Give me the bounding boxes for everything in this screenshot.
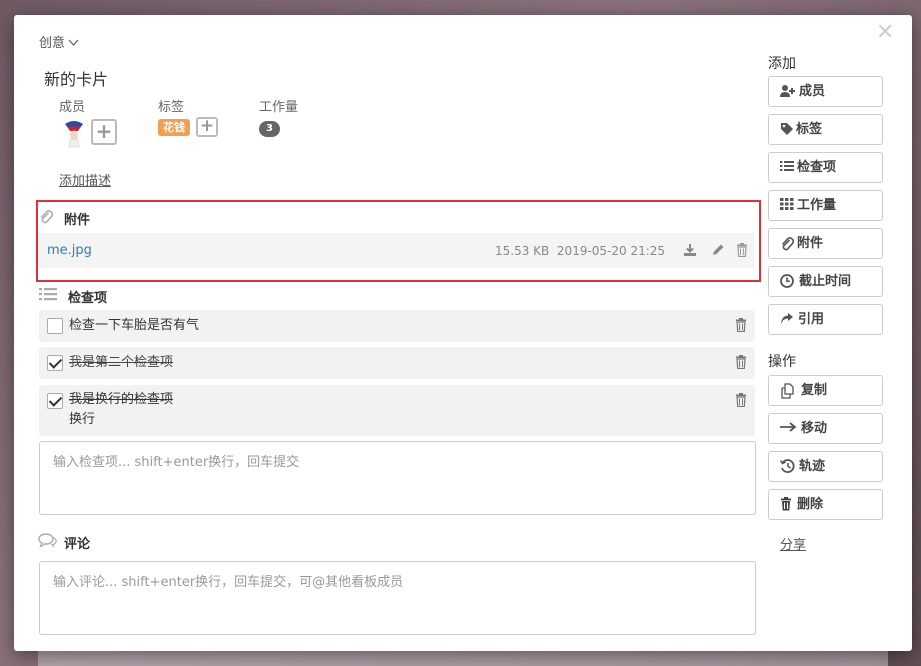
- arrow-right-icon: [780, 421, 797, 437]
- checklist-checkbox[interactable]: [47, 318, 63, 334]
- history-icon: [779, 459, 796, 475]
- comment-input[interactable]: 输入评论... shift+enter换行，回车提交，可@其他看板成员: [39, 561, 756, 635]
- comment-input-placeholder: 输入评论... shift+enter换行，回车提交，可@其他看板成员: [53, 575, 404, 590]
- add-member-button[interactable]: 成员: [768, 76, 883, 107]
- trash-icon[interactable]: [735, 355, 747, 373]
- share-link[interactable]: 分享: [780, 534, 806, 553]
- add-tag-button[interactable]: +: [196, 117, 218, 137]
- grid-icon: [780, 198, 796, 214]
- checklist-item: 我是换行的检查项 换行: [39, 385, 755, 436]
- trash-icon[interactable]: [736, 243, 748, 261]
- clock-icon: [780, 274, 796, 290]
- attachment-size: 15.53 KB: [495, 244, 550, 258]
- checklist-item-text[interactable]: 我是换行的检查项 换行: [69, 390, 173, 430]
- checklist-item-text[interactable]: 检查一下车胎是否有气: [69, 316, 199, 336]
- download-icon[interactable]: [683, 243, 697, 261]
- workload-label: 工作量: [259, 100, 299, 115]
- comment-icon: [38, 533, 58, 552]
- tags-label: 标签: [158, 100, 185, 115]
- card-detail-modal: ✕ 创意 新的卡片 成员 标签 工作量 + 花钱 + 3 添加描述 附件 me.…: [14, 15, 912, 651]
- checklist-item: 我是第二个检查项: [39, 347, 755, 379]
- add-reference-button[interactable]: 引用: [768, 304, 883, 335]
- add-description-link[interactable]: 添加描述: [59, 170, 111, 189]
- add-user-icon: [780, 84, 796, 100]
- comments-heading: 评论: [64, 537, 91, 552]
- delete-label: 删除: [797, 497, 824, 512]
- history-button[interactable]: 轨迹: [768, 451, 883, 482]
- attachment-date: 2019-05-20 21:25: [556, 244, 666, 258]
- copy-button[interactable]: 复制: [768, 375, 883, 406]
- checklist-line1: 我是换行的检查项: [69, 392, 174, 407]
- edit-icon[interactable]: [711, 243, 725, 261]
- paperclip-icon: [39, 209, 54, 229]
- trash-icon: [780, 497, 796, 513]
- breadcrumb-label: 创意: [39, 36, 66, 51]
- list-icon: [39, 287, 57, 305]
- attachments-heading: 附件: [64, 213, 91, 228]
- add-member-button[interactable]: +: [91, 119, 117, 145]
- add-attachment-button[interactable]: 附件: [768, 228, 883, 259]
- operations-section-label: 操作: [768, 354, 796, 370]
- add-attachment-label: 附件: [797, 236, 824, 251]
- attachment-row: me.jpg 15.53 KB 2019-05-20 21:25: [38, 233, 754, 268]
- checklist-item-text[interactable]: 我是第二个检查项: [69, 353, 173, 373]
- add-checklist-label: 检查项: [797, 160, 837, 175]
- trash-icon[interactable]: [735, 318, 747, 336]
- members-label: 成员: [59, 100, 86, 115]
- add-member-label: 成员: [799, 84, 826, 99]
- list-breadcrumb[interactable]: 创意: [39, 32, 79, 51]
- trash-icon[interactable]: [735, 393, 747, 411]
- move-button[interactable]: 移动: [768, 413, 883, 444]
- copy-label: 复制: [801, 383, 828, 398]
- chevron-down-icon: [68, 39, 79, 50]
- add-reference-label: 引用: [798, 312, 825, 327]
- checklist-item: 检查一下车胎是否有气: [39, 310, 755, 342]
- checklist-input[interactable]: 输入检查项... shift+enter换行，回车提交: [39, 441, 756, 515]
- workload-badge: 3: [259, 121, 280, 137]
- move-label: 移动: [801, 421, 828, 436]
- attachment-meta: 15.53 KB 2019-05-20 21:25: [495, 244, 665, 258]
- add-section-label: 添加: [768, 56, 796, 72]
- add-due-date-button[interactable]: 截止时间: [768, 266, 883, 297]
- attachment-name[interactable]: me.jpg: [47, 243, 92, 258]
- card-title[interactable]: 新的卡片: [44, 66, 108, 90]
- share-arrow-icon: [780, 312, 796, 328]
- add-tag-label: 标签: [796, 122, 823, 137]
- paperclip-icon: [780, 236, 796, 252]
- add-tag-button[interactable]: 标签: [768, 114, 883, 145]
- checklist-input-placeholder: 输入检查项... shift+enter换行，回车提交: [53, 455, 300, 470]
- list-icon: [780, 160, 796, 176]
- add-workload-label: 工作量: [797, 198, 837, 213]
- add-workload-button[interactable]: 工作量: [768, 190, 883, 221]
- checklist-line2: 换行: [69, 412, 96, 427]
- tag-label[interactable]: 花钱: [158, 119, 190, 136]
- close-icon[interactable]: ✕: [876, 22, 894, 44]
- checklist-checkbox[interactable]: [47, 393, 63, 409]
- add-due-date-label: 截止时间: [799, 274, 852, 289]
- member-avatar[interactable]: [61, 118, 87, 148]
- checklist-heading: 检查项: [68, 291, 108, 306]
- checklist-checkbox[interactable]: [47, 355, 63, 371]
- tag-icon: [780, 122, 796, 138]
- delete-button[interactable]: 删除: [768, 489, 883, 520]
- add-checklist-button[interactable]: 检查项: [768, 152, 883, 183]
- copy-icon: [780, 383, 796, 399]
- history-label: 轨迹: [799, 459, 826, 474]
